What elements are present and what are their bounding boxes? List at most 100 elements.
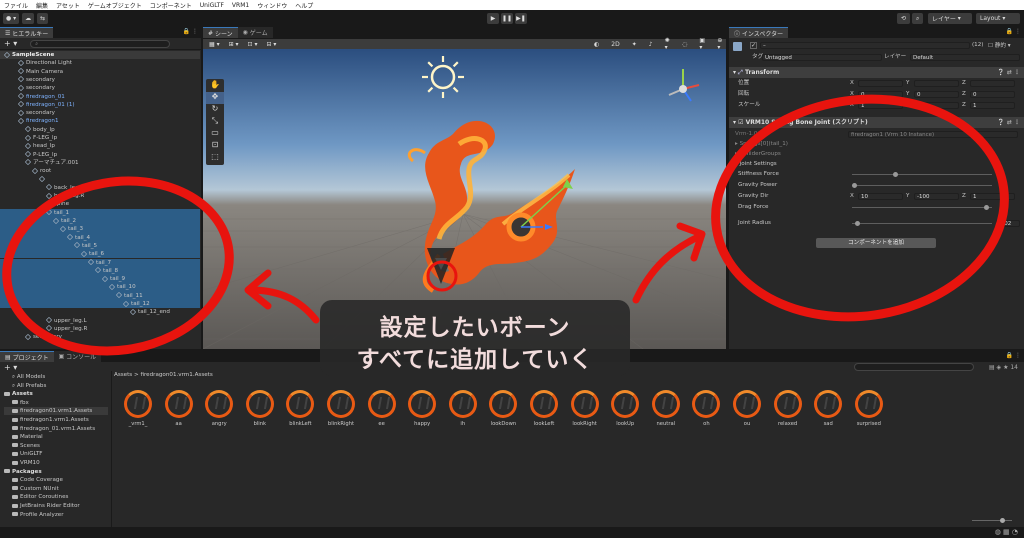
joint-settings-foldout[interactable]: ▾ Joint Settings: [735, 160, 777, 169]
zoom-knob[interactable]: [1000, 518, 1005, 523]
project-tree-item[interactable]: firedragon1.vrm1.Assets: [4, 416, 89, 424]
project-tree-item[interactable]: Custom NUnit: [4, 485, 59, 493]
hierarchy-row[interactable]: head_lp: [0, 142, 200, 150]
cloud-icon[interactable]: ☁: [22, 13, 35, 24]
hierarchy-row[interactable]: Directional Light: [0, 59, 200, 67]
menu-item[interactable]: 編集: [36, 1, 48, 10]
hierarchy-row[interactable]: tail_7: [0, 258, 200, 267]
transform-y-field[interactable]: 0: [914, 91, 959, 98]
project-tree-item[interactable]: firedragon_01.vrm1.Assets: [4, 425, 95, 433]
grid-dropdown[interactable]: ⊟ ▾: [263, 40, 280, 48]
slider-track[interactable]: [852, 185, 992, 186]
hierarchy-row[interactable]: tail_6: [0, 250, 200, 259]
move-tool-icon[interactable]: ✥: [206, 92, 224, 104]
spring-menu-icon[interactable]: ❔ ⇄ ⋮: [997, 117, 1020, 128]
drag-force-slider[interactable]: [852, 204, 992, 211]
asset-tile[interactable]: lookUp: [605, 390, 645, 427]
snap-dropdown[interactable]: ⊡ ▾: [244, 40, 261, 48]
transform-x-field[interactable]: [858, 80, 903, 87]
hand-tool-icon[interactable]: ✋: [206, 80, 224, 92]
hierarchy-row[interactable]: アーマチュア.001: [0, 159, 200, 167]
slider-track[interactable]: [852, 174, 992, 175]
rect-tool-icon[interactable]: ▭: [206, 128, 224, 140]
menu-item[interactable]: ファイル: [4, 1, 28, 10]
pivot-dropdown[interactable]: ⊞ ▾: [225, 40, 242, 48]
hierarchy-row[interactable]: SampleScene: [0, 51, 200, 60]
asset-tile[interactable]: oh: [686, 390, 726, 427]
tab-hierarchy[interactable]: ☰ ヒエラルキー: [0, 27, 54, 38]
slider-knob[interactable]: [892, 172, 898, 177]
hierarchy-row[interactable]: [0, 175, 200, 184]
tab-project[interactable]: ▤ プロジェクト: [0, 351, 54, 362]
asset-tile[interactable]: lookDown: [483, 390, 523, 427]
transform-tool-icon[interactable]: ⊡: [206, 140, 224, 152]
hierarchy-row[interactable]: F-LEG_lp: [0, 134, 200, 142]
hierarchy-row[interactable]: secondary: [0, 333, 200, 341]
tab-game[interactable]: ◉ ゲーム: [237, 27, 273, 38]
hierarchy-row[interactable]: firedragon_01: [0, 92, 200, 101]
asset-tile[interactable]: _vrm1_: [118, 390, 158, 427]
transform-z-field[interactable]: [970, 80, 1015, 87]
tag-dropdown[interactable]: Untagged: [762, 54, 882, 61]
springs-foldout[interactable]: ▸ Springs[0](tail_1): [735, 140, 788, 149]
menu-item[interactable]: UniGLTF: [200, 2, 224, 9]
pause-icon[interactable]: ❚❚: [501, 13, 513, 24]
inspector-lock-icon[interactable]: 🔒 ⋮: [1006, 28, 1021, 35]
hierarchy-row[interactable]: firedragon_01 (1): [0, 101, 200, 109]
hierarchy-row[interactable]: tail_9: [0, 275, 200, 284]
joint-radius-slider[interactable]: [852, 220, 992, 227]
hierarchy-search-input[interactable]: ⌕: [30, 39, 171, 48]
hierarchy-row[interactable]: tail_4: [0, 233, 200, 242]
asset-tile[interactable]: angry: [199, 390, 239, 427]
transform-z-field[interactable]: 1: [970, 102, 1015, 109]
spring-joint-header[interactable]: ▾ ☑ VRM10 Spring Bone Joint (スクリプト) ❔ ⇄ …: [729, 117, 1024, 128]
custom-tool-icon[interactable]: ⬚: [206, 152, 224, 164]
status-icons[interactable]: ◍ ▦ ◔: [995, 528, 1018, 536]
name-field[interactable]: –: [760, 42, 970, 49]
slider-knob[interactable]: [854, 221, 860, 226]
project-tree-item[interactable]: VRM10: [4, 459, 40, 467]
tab-scene[interactable]: # シーン: [203, 27, 238, 38]
rotate-tool-icon[interactable]: ↻: [206, 104, 224, 116]
transform-x-field[interactable]: 0: [858, 91, 903, 98]
step-icon[interactable]: ▶❚: [515, 13, 527, 24]
hierarchy-row[interactable]: tail_3: [0, 225, 200, 234]
asset-tile[interactable]: blinkRight: [321, 390, 361, 427]
asset-tile[interactable]: lookRight: [565, 390, 605, 427]
hierarchy-row[interactable]: upper_leg.L: [0, 316, 200, 325]
hidden-icon[interactable]: ◌: [679, 40, 691, 48]
component-menu-icon[interactable]: ❔ ⇄ ⋮: [997, 67, 1020, 78]
project-lock-icon[interactable]: 🔒 ⋮: [1006, 352, 1021, 359]
search-icon[interactable]: ⌕: [912, 13, 924, 24]
asset-tile[interactable]: surprised: [849, 390, 889, 427]
hierarchy-row[interactable]: secondary: [0, 84, 200, 92]
project-tree-item[interactable]: Code Coverage: [4, 476, 63, 484]
project-tree-item[interactable]: Editor Coroutines: [4, 493, 68, 501]
add-component-button[interactable]: コンポーネントを追加: [816, 238, 936, 248]
hierarchy-row[interactable]: firedragon1: [0, 117, 200, 125]
project-tree-item[interactable]: ⌕ All Prefabs: [4, 382, 46, 390]
menu-item[interactable]: VRM1: [232, 2, 249, 9]
draw-mode-dropdown[interactable]: ▦ ▾: [206, 40, 223, 48]
transform-x-field[interactable]: 1: [858, 102, 903, 109]
camera-icon[interactable]: ▣ ▾: [696, 37, 709, 51]
transform-y-field[interactable]: [914, 80, 959, 87]
hierarchy-row[interactable]: P-LEG_lp: [0, 150, 200, 159]
asset-tile[interactable]: blink: [240, 390, 280, 427]
project-tree-item[interactable]: Profile Analyzer: [4, 511, 64, 519]
account-button[interactable]: ● ▾: [3, 13, 20, 24]
tab-console[interactable]: ▣ コンソール: [53, 351, 102, 362]
menu-item[interactable]: ゲームオブジェクト: [88, 1, 142, 10]
asset-tile[interactable]: relaxed: [768, 390, 808, 427]
transform-y-field[interactable]: 1: [914, 102, 959, 109]
project-tree-item[interactable]: Scenes: [4, 442, 40, 450]
gravity-power-slider[interactable]: [852, 182, 992, 189]
menu-item[interactable]: ヘルプ: [295, 1, 313, 10]
vrm-instance-field[interactable]: firedragon1 (Vrm 10 Instance): [848, 131, 1018, 138]
mode-2d-button[interactable]: 2D: [608, 40, 623, 48]
project-tree-item[interactable]: Packages: [4, 468, 42, 476]
layers-dropdown[interactable]: レイヤー ▾: [928, 13, 972, 24]
slider-track[interactable]: [852, 223, 992, 224]
audio-icon[interactable]: ♪: [645, 40, 656, 48]
hierarchy-row[interactable]: tail_8: [0, 266, 200, 276]
